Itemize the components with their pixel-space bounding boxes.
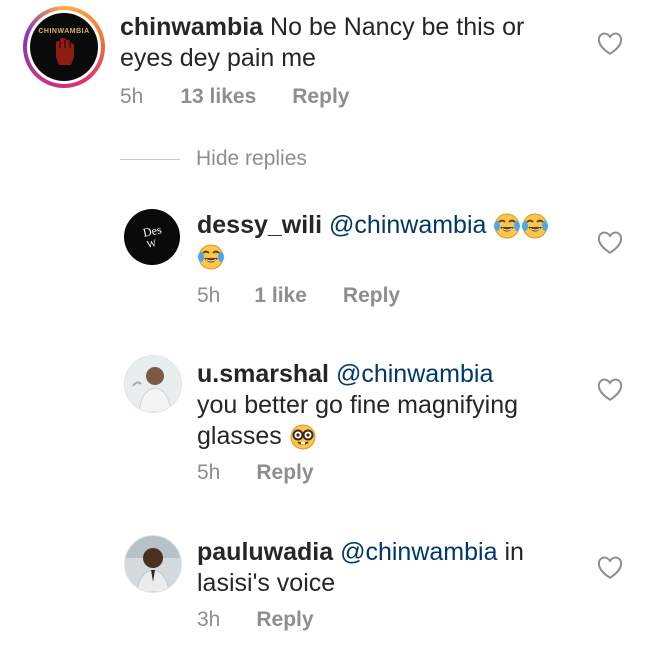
comment-body-line1: No be Nancy be this or (270, 13, 525, 41)
reply-username[interactable]: dessy_wili (197, 211, 322, 239)
avatar-text-bottom: W (146, 238, 158, 251)
reply-button[interactable]: Reply (292, 85, 349, 109)
story-avatar-chinwambia[interactable]: CHINWAMBIA (23, 6, 105, 88)
profile-photo-image (125, 536, 181, 592)
tears-of-joy-emoji-icon (198, 244, 224, 270)
divider-line (120, 158, 180, 160)
comment-likes[interactable]: 13 likes (180, 85, 256, 109)
comment-time: 5h (120, 85, 144, 108)
reply-body-line3: glasses (197, 422, 282, 450)
profile-photo-image (125, 356, 181, 412)
reply-body-tail: in (504, 538, 524, 566)
hide-replies-button[interactable]: Hide replies (196, 147, 307, 171)
reply-text: u.smarshal @chinwambia you better go fin… (197, 359, 518, 452)
reply-username[interactable]: pauluwadia (197, 538, 333, 566)
reply-username[interactable]: u.smarshal (197, 360, 329, 388)
comment-text: chinwambia No be Nancy be this or eyes d… (120, 12, 524, 74)
reply-button[interactable]: Reply (256, 608, 313, 632)
reply-body-line2: lasisi's voice (197, 569, 336, 597)
heart-outline-icon[interactable] (597, 32, 623, 56)
reply-meta: 5h 1 like Reply (197, 284, 400, 308)
reply-button[interactable]: Reply (343, 284, 400, 308)
comment-meta: 5h 13 likes Reply (120, 85, 349, 109)
reply-text: dessy_wili @chinwambia (197, 210, 549, 272)
comment-body-line2: eyes dey pain me (120, 44, 316, 72)
avatar-brand-text: CHINWAMBIA (38, 27, 90, 35)
heart-outline-icon[interactable] (597, 556, 623, 580)
reply-time: 5h (197, 461, 221, 484)
comment-username[interactable]: chinwambia (120, 13, 263, 41)
nerd-face-emoji-icon (290, 424, 316, 450)
heart-outline-icon[interactable] (597, 231, 623, 255)
reply-likes[interactable]: 1 like (254, 284, 307, 308)
avatar-pauluwadia[interactable] (124, 535, 182, 593)
reply-body-line2: you better go fine magnifying (197, 391, 519, 419)
reply-mention[interactable]: @chinwambia (340, 538, 497, 566)
reply-mention[interactable]: @chinwambia (336, 360, 493, 388)
reply-mention[interactable]: @chinwambia (329, 211, 486, 239)
raised-fist-icon (56, 37, 74, 65)
hide-replies-row[interactable]: Hide replies (120, 147, 307, 171)
reply-time: 3h (197, 608, 221, 631)
reply-meta: 5h Reply (197, 461, 314, 485)
heart-outline-icon[interactable] (597, 378, 623, 402)
tears-of-joy-emoji-icon (522, 213, 549, 239)
reply-meta: 3h Reply (197, 608, 314, 632)
reply-time: 5h (197, 284, 221, 307)
tears-of-joy-emoji-icon (494, 213, 521, 239)
avatar-u-smarshal[interactable] (124, 355, 182, 413)
avatar-dessy-wili[interactable]: Des W (124, 209, 180, 265)
reply-text: pauluwadia @chinwambia in lasisi's voice (197, 537, 524, 599)
reply-button[interactable]: Reply (256, 461, 313, 485)
